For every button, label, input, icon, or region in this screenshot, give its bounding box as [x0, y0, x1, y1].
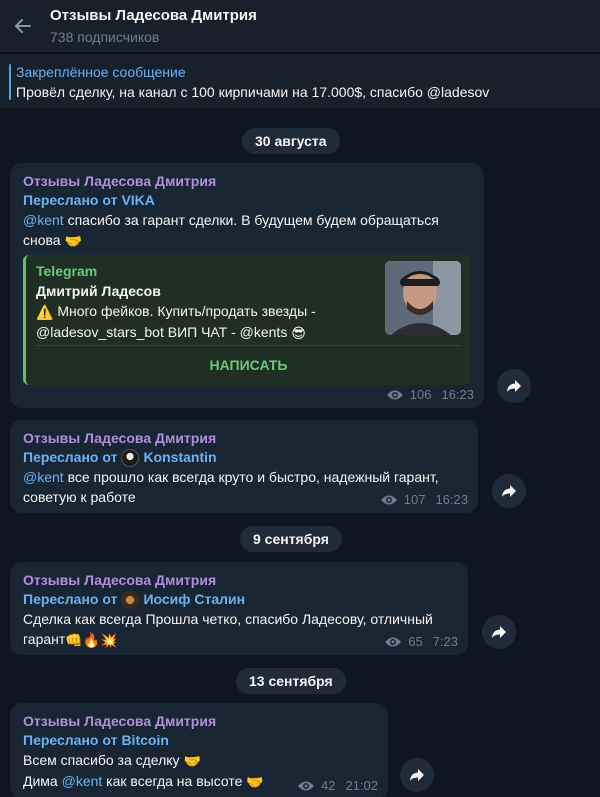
forwarded-name[interactable]: Konstantin: [143, 448, 216, 467]
message-text-line: спасибо за гарант сделки. В будущем буде…: [63, 212, 439, 228]
view-count: 106: [409, 387, 432, 402]
pinned-indicator: [9, 64, 11, 100]
preview-photo: [385, 261, 461, 335]
warning-icon: ⚠️: [36, 304, 54, 320]
view-count: 65: [408, 634, 423, 649]
preview-desc-line: Много фейков. Купить/продать звезды -: [57, 303, 316, 319]
handshake-icon: 🤝: [246, 774, 264, 790]
mention-link[interactable]: @kent: [23, 469, 64, 485]
view-count: 107: [403, 492, 426, 507]
message-text: @kent спасибо за гарант сделки. В будуще…: [23, 210, 472, 251]
subscriber-count: 738 подписчиков: [50, 28, 160, 45]
preview-title: Дмитрий Ладесов: [36, 283, 161, 299]
message-time: 7:23: [432, 634, 458, 649]
message-bubble[interactable]: Отзывы Ладесова Дмитрия Переслано от Kon…: [10, 420, 478, 513]
share-icon: [502, 485, 516, 497]
message-meta: 65 7:23: [384, 634, 458, 649]
forwarded-name[interactable]: Иосиф Сталин: [143, 590, 245, 609]
preview-divider: [36, 345, 461, 346]
sunglasses-icon: 😎: [291, 325, 306, 341]
pinned-title: Закреплённое сообщение: [16, 64, 186, 80]
forwarded-prefix: Переслано от: [23, 192, 118, 208]
share-icon: [410, 769, 424, 781]
preview-desc-line: @ladesov_stars_bot ВИП ЧАТ - @kents: [36, 324, 288, 340]
message-time: 16:23: [441, 387, 474, 402]
eye-icon: [380, 495, 397, 504]
avatar: [121, 590, 140, 609]
mention-link[interactable]: @kent: [23, 212, 64, 228]
message-sender: Отзывы Ладесова Дмитрия: [23, 572, 217, 588]
message-text-line: Всем спасибо за сделку: [23, 752, 180, 768]
message-text-line: Сделка как всегда Прошла четко, спасибо …: [23, 611, 433, 627]
forwarded-name[interactable]: Bitcoin: [121, 731, 168, 750]
view-count: 42: [320, 778, 336, 793]
arrow-left-icon: [15, 19, 31, 33]
forwarded-name[interactable]: VIKA: [121, 191, 154, 210]
eye-icon: [386, 390, 403, 399]
date-separator: 13 сентября: [236, 668, 346, 694]
forwarded-prefix: Переслано от: [23, 449, 118, 465]
eye-icon: [385, 637, 402, 646]
back-button[interactable]: [0, 0, 46, 52]
share-icon: [507, 380, 521, 392]
message-sender: Отзывы Ладесова Дмитрия: [23, 430, 217, 446]
message-text-line: все прошло как всегда круто и быстро, на…: [63, 469, 439, 485]
message-list: 30 августа Отзывы Ладесова Дмитрия Перес…: [0, 108, 600, 797]
share-button[interactable]: [497, 369, 531, 403]
date-separator: 9 сентября: [240, 526, 342, 552]
forwarded-prefix: Переслано от: [23, 732, 118, 748]
handshake-icon: 🤝: [183, 753, 201, 769]
message-sender: Отзывы Ладесова Дмитрия: [23, 173, 217, 189]
write-button[interactable]: НАПИСАТЬ: [36, 351, 461, 379]
forwarded-from[interactable]: Переслано от Konstantin: [23, 448, 466, 467]
link-preview[interactable]: Telegram Дмитрий Ладесов ⚠️ Много фейков…: [23, 255, 471, 385]
message-text-line: советую к работе: [23, 489, 136, 505]
chat-header: Отзывы Ладесова Дмитрия 738 подписчиков: [0, 0, 600, 52]
preview-description: ⚠️ Много фейков. Купить/продать звезды -…: [36, 301, 376, 343]
message-bubble[interactable]: Отзывы Ладесова Дмитрия Переслано от Bit…: [10, 703, 388, 797]
message-time: 21:02: [345, 778, 378, 793]
forwarded-from[interactable]: Переслано от Bitcoin: [23, 731, 376, 750]
fist-fire-explosion-icons: 👊🔥💥: [65, 632, 118, 648]
handshake-icon: 🤝: [64, 233, 82, 249]
share-button[interactable]: [400, 758, 434, 792]
message-sender: Отзывы Ладесова Дмитрия: [23, 713, 217, 729]
share-button[interactable]: [492, 474, 526, 508]
share-icon: [492, 626, 506, 638]
share-button[interactable]: [482, 615, 516, 649]
message-text-line: гарант: [23, 631, 66, 647]
message-meta: 42 21:02: [297, 778, 378, 793]
avatar: [121, 448, 140, 467]
message-bubble[interactable]: Отзывы Ладесова Дмитрия Переслано от VIK…: [10, 163, 484, 408]
preview-site-name: Telegram: [36, 263, 98, 279]
eye-icon: [297, 781, 314, 790]
pinned-message[interactable]: Закреплённое сообщение Провёл сделку, на…: [0, 53, 600, 108]
date-separator: 30 августа: [242, 128, 340, 154]
forwarded-from[interactable]: Переслано от Иосиф Сталин: [23, 590, 456, 609]
message-text-line: Дима: [23, 773, 62, 789]
forwarded-from[interactable]: Переслано от VIKA: [23, 191, 472, 210]
channel-info[interactable]: Отзывы Ладесова Дмитрия 738 подписчиков: [50, 6, 257, 47]
message-time: 16:23: [435, 492, 468, 507]
message-text-line: как всегда на высоте: [102, 773, 243, 789]
forwarded-prefix: Переслано от: [23, 591, 118, 607]
pinned-text: Провёл сделку, на канал с 100 кирпичами …: [16, 84, 490, 100]
message-text-line: снова: [23, 232, 61, 248]
message-meta: 107 16:23: [380, 492, 468, 507]
message-meta: 106 16:23: [386, 387, 474, 402]
message-bubble[interactable]: Отзывы Ладесова Дмитрия Переслано от Иос…: [10, 562, 468, 655]
channel-title: Отзывы Ладесова Дмитрия: [50, 6, 257, 24]
mention-link[interactable]: @kent: [62, 773, 103, 789]
